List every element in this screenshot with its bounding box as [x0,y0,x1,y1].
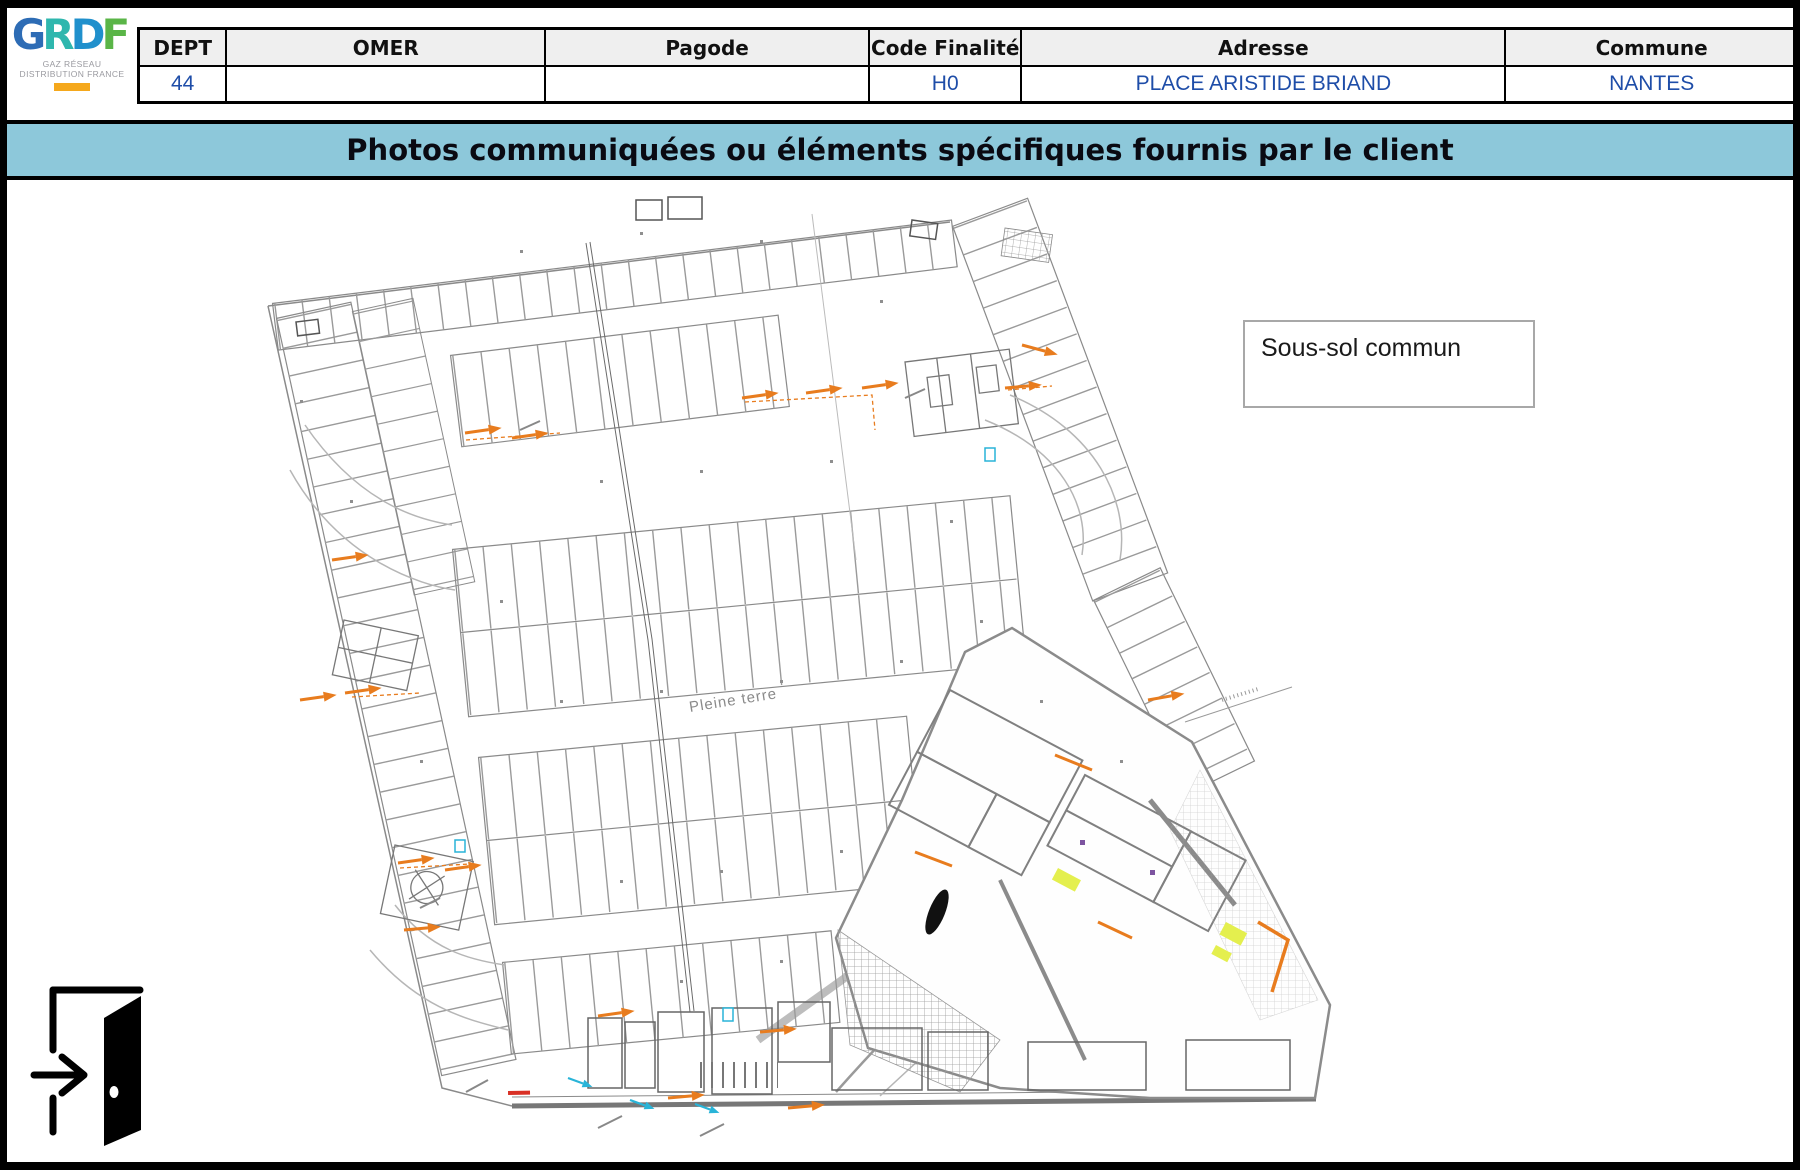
exit-door-icon-graphic [26,980,148,1148]
stall-band-a [451,315,790,447]
lift-shaft-boxes [296,197,938,336]
page-border-left [0,0,7,1170]
stall-band-top [273,220,958,350]
logo-orange-bar [54,83,90,91]
plan-area: Pleine terre [0,180,1800,1162]
value-dept: 44 [139,66,227,103]
section-banner: Photos communiquées ou éléments spécifiq… [0,120,1800,180]
red-mark [508,1091,530,1095]
annotation-line [1185,687,1292,722]
grdf-logo: GRDF GAZ RÉSEAU DISTRIBUTION FRANCE [7,12,137,106]
col-label-pagode: Pagode [545,29,869,67]
col-label-code-finalite: Code Finalité [869,29,1021,67]
value-adresse: PLACE ARISTIDE BRIAND [1021,66,1505,103]
plan-caption-box: Sous-sol commun [1243,320,1535,408]
page-border-bottom [0,1162,1800,1170]
value-omer [226,66,545,103]
col-label-omer: OMER [226,29,545,67]
ground-label: Pleine terre [688,685,778,716]
value-pagode [545,66,869,103]
header-table-labels: DEPT OMER Pagode Code Finalité Adresse C… [139,29,1799,67]
stall-band-right [953,198,1168,601]
col-label-commune: Commune [1505,29,1798,67]
banner-title: Photos communiquées ou éléments spécifiq… [346,133,1453,167]
technical-block-mid [905,349,1018,436]
page-border-right [1793,0,1800,1170]
header-table: DEPT OMER Pagode Code Finalité Adresse C… [137,27,1800,104]
stall-band-b [453,496,1027,717]
col-label-dept: DEPT [139,29,227,67]
document-page: GRDF GAZ RÉSEAU DISTRIBUTION FRANCE DEPT… [0,0,1800,1170]
stall-band-left [277,289,576,1076]
col-label-adresse: Adresse [1021,29,1505,67]
page-border-top [0,0,1800,8]
grdf-logo-letters: GRDF [7,12,137,58]
value-commune: NANTES [1505,66,1798,103]
exit-door-icon[interactable] [26,980,148,1148]
hatch-block-top-right [1001,228,1052,262]
plan-caption-label: Sous-sol commun [1261,334,1533,363]
stall-band-d [503,931,840,1054]
header-table-values: 44 H0 PLACE ARISTIDE BRIAND NANTES [139,66,1799,103]
grdf-logo-subtitle: GAZ RÉSEAU DISTRIBUTION FRANCE [7,59,137,79]
value-code-finalite: H0 [869,66,1021,103]
